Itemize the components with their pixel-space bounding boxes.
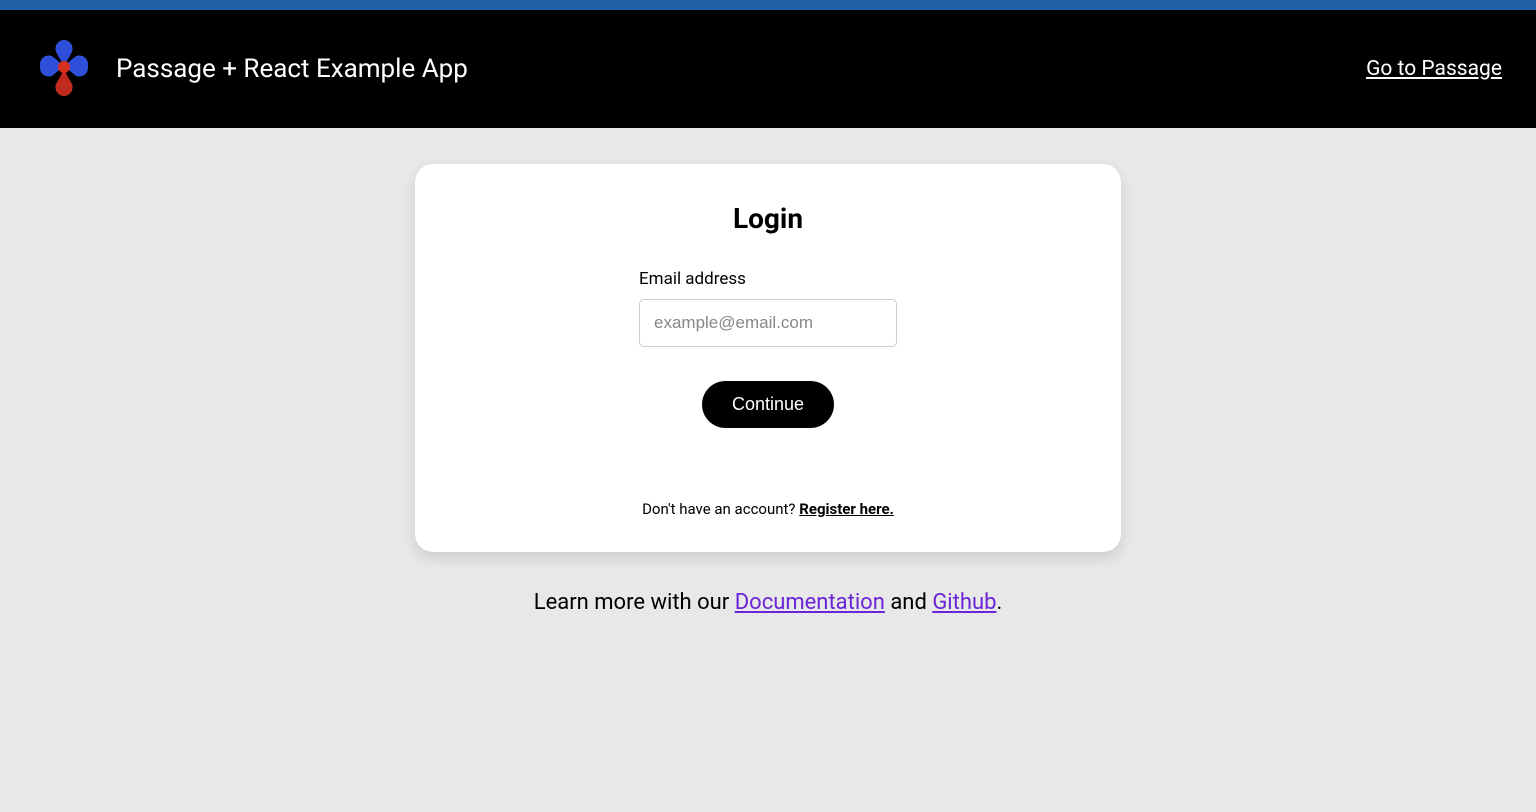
no-account-text: Don't have an account? (642, 500, 799, 518)
email-section: Email address (639, 269, 897, 347)
go-to-passage-link[interactable]: Go to Passage (1366, 57, 1502, 81)
continue-button[interactable]: Continue (702, 381, 834, 428)
email-label: Email address (639, 269, 897, 289)
app-title: Passage + React Example App (116, 54, 468, 84)
passage-logo-icon (34, 34, 94, 104)
footer-text: Learn more with our Documentation and Gi… (534, 590, 1003, 615)
login-title: Login (733, 202, 803, 235)
footer-and: and (885, 590, 932, 615)
header-left: Passage + React Example App (34, 34, 468, 104)
documentation-link[interactable]: Documentation (735, 590, 885, 615)
main-content: Login Email address Continue Don't have … (0, 128, 1536, 615)
footer-prefix: Learn more with our (534, 590, 735, 615)
login-card: Login Email address Continue Don't have … (415, 164, 1121, 552)
footer-suffix: . (996, 590, 1002, 615)
register-link[interactable]: Register here. (799, 500, 894, 518)
github-link[interactable]: Github (932, 590, 996, 615)
top-accent-bar (0, 0, 1536, 10)
app-header: Passage + React Example App Go to Passag… (0, 10, 1536, 128)
email-input[interactable] (639, 299, 897, 347)
register-prompt: Don't have an account? Register here. (642, 500, 894, 518)
